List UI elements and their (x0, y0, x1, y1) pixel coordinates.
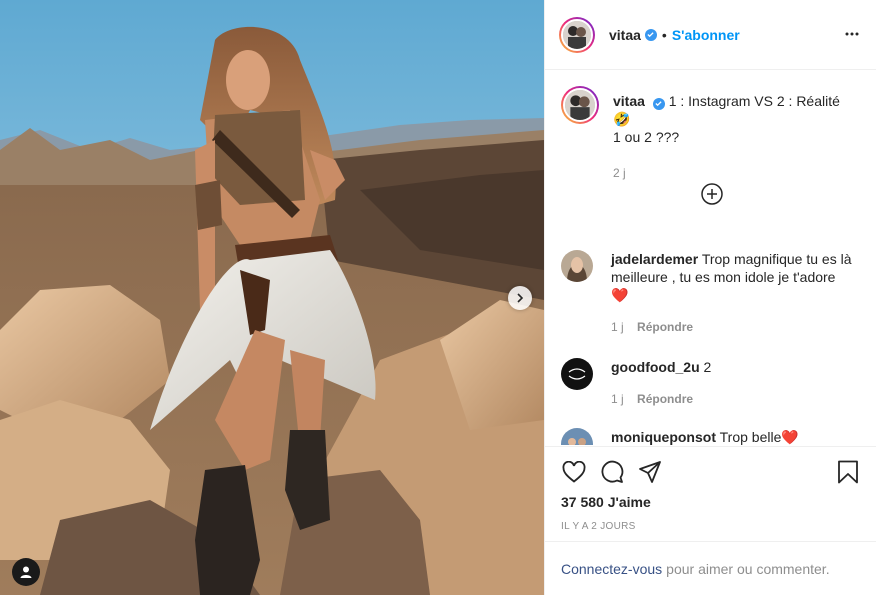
like-button[interactable] (561, 459, 587, 485)
more-options-button[interactable] (842, 24, 862, 44)
carousel-next-icon (517, 293, 524, 303)
user-tag-button[interactable] (12, 558, 40, 586)
comment-icon (601, 460, 624, 483)
avatar-image (565, 90, 595, 120)
comments-section[interactable]: vitaa 1 : Instagram VS 2 : Réalité 🤣 1 o… (545, 70, 876, 445)
comment-time[interactable]: 1 j (611, 392, 624, 406)
caption-text: 1 : Instagram VS 2 : Réalité 🤣 (613, 93, 840, 127)
commenter-avatar[interactable] (561, 358, 593, 390)
photo-scene (0, 0, 544, 595)
carousel-next-button[interactable] (508, 286, 532, 310)
post-header: vitaa • S'abonner (545, 0, 876, 70)
follow-button[interactable]: S'abonner (672, 27, 740, 43)
comment-item: jadelardemer Trop magnifique tu es là me… (561, 250, 861, 336)
save-button[interactable] (835, 459, 861, 485)
comment-item: moniqueponsot Trop belle❤️ (561, 428, 861, 445)
login-prompt: Connectez-vous pour aimer ou commenter. (545, 541, 876, 595)
post-timestamp[interactable]: IL Y A 2 JOURS (561, 521, 861, 532)
commenter-avatar[interactable] (561, 250, 593, 282)
comment-username[interactable]: goodfood_2u (611, 359, 700, 375)
avatar-image (561, 250, 593, 282)
likes-count[interactable]: 37 580 J'aime (561, 494, 861, 510)
share-icon (639, 461, 661, 483)
caption-text-line2: 1 ou 2 ??? (613, 129, 680, 145)
verified-badge-icon (652, 97, 665, 110)
caption-time[interactable]: 2 j (613, 164, 861, 182)
reply-button[interactable]: Répondre (637, 320, 693, 334)
avatar-image (561, 428, 593, 445)
author-username[interactable]: vitaa (609, 27, 641, 43)
post-actions: 37 580 J'aime IL Y A 2 JOURS (545, 446, 876, 532)
post-side-panel: vitaa • S'abonner vitaa 1: Instagram VS… (544, 0, 876, 595)
comment-emoji: ❤️ (611, 287, 629, 303)
post-photo[interactable] (0, 0, 544, 595)
save-icon (838, 460, 858, 484)
comment-button[interactable] (599, 459, 625, 485)
avatar-image (563, 20, 591, 49)
comment-username[interactable]: moniqueponsot (611, 429, 716, 445)
author-avatar[interactable] (559, 16, 595, 53)
verified-badge-icon (644, 28, 657, 41)
login-link[interactable]: Connectez-vous (561, 561, 662, 577)
login-prompt-text: pour aimer ou commenter. (666, 560, 830, 577)
comment-time[interactable]: 1 j (611, 320, 624, 334)
avatar-image (561, 358, 593, 390)
like-icon (562, 461, 586, 483)
commenter-avatar[interactable] (561, 428, 593, 445)
comment-emoji: ❤️ (781, 429, 799, 445)
header-separator: • (661, 26, 667, 43)
comment-text: 2 (703, 359, 712, 375)
instagram-post: vitaa • S'abonner vitaa 1: Instagram VS… (0, 0, 876, 595)
comment-username[interactable]: jadelardemer (611, 251, 698, 267)
comment-item: goodfood_2u 2 1 j Répondre (561, 358, 861, 408)
caption-author-avatar[interactable] (561, 86, 599, 124)
caption-username[interactable]: vitaa (613, 93, 645, 109)
more-icon (845, 32, 859, 36)
comment-text: Trop belle (719, 429, 782, 445)
share-button[interactable] (637, 459, 663, 485)
add-comment-icon[interactable] (700, 182, 724, 206)
user-tag-icon (20, 566, 32, 578)
caption: vitaa 1 : Instagram VS 2 : Réalité 🤣 1 o… (561, 86, 861, 182)
reply-button[interactable]: Répondre (637, 392, 693, 406)
